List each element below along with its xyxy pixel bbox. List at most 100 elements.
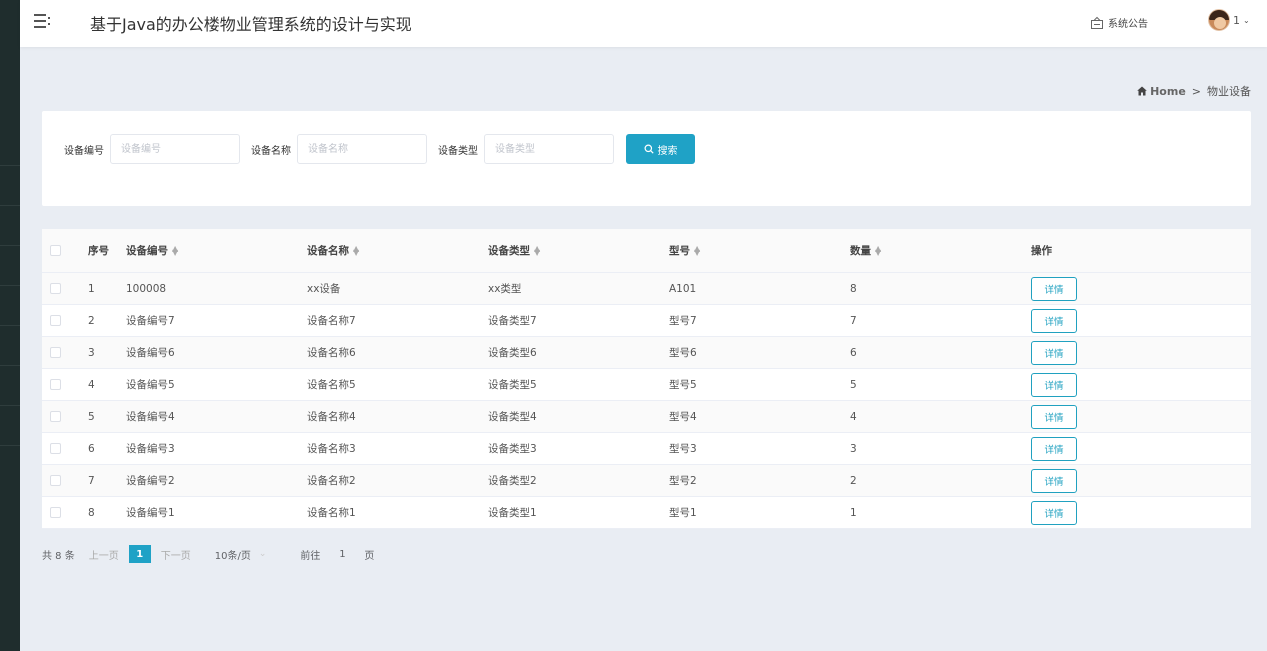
row-checkbox[interactable] <box>50 315 61 326</box>
device-name-cell: 设备名称4 <box>307 411 356 423</box>
column-header-quantity[interactable]: 数量 ▲ ▼ <box>850 229 881 272</box>
device-type-cell: 设备类型7 <box>488 315 537 327</box>
quantity-cell: 6 <box>850 346 857 359</box>
page-jump-input[interactable]: 1 <box>330 549 354 560</box>
sidebar-divider <box>0 405 20 406</box>
row-index: 5 <box>88 410 95 423</box>
column-header-idx: 序号 <box>88 245 109 257</box>
device-type-cell: 设备类型5 <box>488 379 537 391</box>
avatar <box>1208 9 1230 31</box>
prev-page-button[interactable]: 上一页 <box>89 547 119 562</box>
row-index: 1 <box>88 282 95 295</box>
row-checkbox[interactable] <box>50 443 61 454</box>
search-panel: 设备编号 设备名称 设备类型 搜索 <box>42 111 1251 206</box>
row-checkbox[interactable] <box>50 347 61 358</box>
row-checkbox[interactable] <box>50 283 61 294</box>
table-row: 6 设备编号3 设备名称3 设备类型3 型号3 3 详情 <box>42 433 1251 465</box>
row-checkbox[interactable] <box>50 507 61 518</box>
sort-icon[interactable]: ▲ ▼ <box>172 244 178 256</box>
pagination-total: 共 8 条 <box>42 550 75 562</box>
device-type-cell: xx类型 <box>488 283 522 295</box>
device-name-label: 设备名称 <box>251 145 291 157</box>
sort-icon[interactable]: ▲ ▼ <box>534 244 540 256</box>
sidebar-divider <box>0 325 20 326</box>
detail-button[interactable]: 详情 <box>1031 308 1077 333</box>
device-no-cell: 设备编号5 <box>126 379 175 391</box>
device-type-input[interactable] <box>484 134 614 164</box>
sidebar-divider <box>0 285 20 286</box>
row-checkbox[interactable] <box>50 379 61 390</box>
detail-button[interactable]: 详情 <box>1031 404 1077 429</box>
breadcrumb-home-label: Home <box>1150 84 1186 98</box>
row-checkbox[interactable] <box>50 411 61 422</box>
device-no-input[interactable] <box>110 134 240 164</box>
device-no-cell: 设备编号1 <box>126 507 175 519</box>
sidebar-divider <box>0 165 20 166</box>
sidebar-divider <box>0 205 20 206</box>
device-no-cell: 设备编号4 <box>126 411 175 423</box>
search-button[interactable]: 搜索 <box>626 134 695 164</box>
select-all-checkbox[interactable] <box>50 245 61 256</box>
device-type-cell: 设备类型6 <box>488 347 537 359</box>
next-page-button[interactable]: 下一页 <box>161 547 191 562</box>
device-name-cell: 设备名称2 <box>307 475 356 487</box>
quantity-cell: 2 <box>850 474 857 487</box>
detail-button[interactable]: 详情 <box>1031 468 1077 493</box>
notice-icon <box>1091 16 1103 29</box>
detail-button[interactable]: 详情 <box>1031 500 1077 525</box>
page-size-select[interactable]: 10条/页 ⌄ <box>215 547 267 562</box>
sidebar <box>0 0 20 651</box>
column-header-device-type[interactable]: 设备类型 ▲ ▼ <box>488 229 540 272</box>
home-icon <box>1137 86 1147 96</box>
breadcrumb: Home > 物业设备 <box>1137 83 1251 99</box>
device-type-cell: 设备类型2 <box>488 475 537 487</box>
page-size-value: 10条/页 <box>214 550 251 562</box>
device-no-label: 设备编号 <box>64 145 104 157</box>
device-name-input[interactable] <box>297 134 427 164</box>
detail-button[interactable]: 详情 <box>1031 340 1077 365</box>
page-number-1[interactable]: 1 <box>128 545 151 563</box>
detail-button[interactable]: 详情 <box>1031 372 1077 397</box>
breadcrumb-separator: > <box>1191 84 1201 98</box>
column-label: 型号 <box>669 245 690 257</box>
system-notice-link[interactable]: 系统公告 <box>1090 15 1148 30</box>
page-jump-suffix: 页 <box>364 550 375 562</box>
row-index: 7 <box>88 474 95 487</box>
sort-icon[interactable]: ▲ ▼ <box>353 244 359 256</box>
device-no-filter: 设备编号 <box>64 134 240 164</box>
device-name-filter: 设备名称 <box>251 134 427 164</box>
app-title: 基于Java的办公楼物业管理系统的设计与实现 <box>90 15 412 34</box>
device-no-cell: 设备编号3 <box>126 443 175 455</box>
device-type-cell: 设备类型1 <box>488 507 537 519</box>
user-menu[interactable]: 1 ⌄ <box>1208 9 1250 31</box>
column-label: 设备编号 <box>126 245 168 257</box>
search-button-label: 搜索 <box>657 145 678 157</box>
device-name-cell: xx设备 <box>307 283 341 295</box>
table-row: 5 设备编号4 设备名称4 设备类型4 型号4 4 详情 <box>42 401 1251 433</box>
row-index: 4 <box>88 378 95 391</box>
detail-button[interactable]: 详情 <box>1031 276 1077 301</box>
sort-icon[interactable]: ▲ ▼ <box>694 244 700 256</box>
row-index: 6 <box>88 442 95 455</box>
table-header: 序号 设备编号 ▲ ▼ 设备名称 ▲ ▼ 设备类型 ▲ ▼ 型号 ▲ ▼ 数量 ▲ ▼ 操作 <box>42 229 1251 273</box>
table-row: 3 设备编号6 设备名称6 设备类型6 型号6 6 详情 <box>42 337 1251 369</box>
model-cell: 型号6 <box>669 347 697 359</box>
column-header-model[interactable]: 型号 ▲ ▼ <box>669 229 700 272</box>
column-header-device-no[interactable]: 设备编号 ▲ ▼ <box>126 229 178 272</box>
device-name-cell: 设备名称7 <box>307 315 356 327</box>
device-type-cell: 设备类型4 <box>488 411 537 423</box>
quantity-cell: 3 <box>850 442 857 455</box>
sidebar-divider <box>0 365 20 366</box>
table-row: 8 设备编号1 设备名称1 设备类型1 型号1 1 详情 <box>42 497 1251 529</box>
menu-icon[interactable] <box>34 13 50 29</box>
device-type-label: 设备类型 <box>438 145 478 157</box>
column-header-device-name[interactable]: 设备名称 ▲ ▼ <box>307 229 359 272</box>
device-name-cell: 设备名称1 <box>307 507 356 519</box>
detail-button[interactable]: 详情 <box>1031 436 1077 461</box>
quantity-cell: 7 <box>850 314 857 327</box>
breadcrumb-home[interactable]: Home <box>1137 85 1186 98</box>
top-header: 基于Java的办公楼物业管理系统的设计与实现 系统公告 1 ⌄ <box>20 0 1267 47</box>
device-table: 序号 设备编号 ▲ ▼ 设备名称 ▲ ▼ 设备类型 ▲ ▼ 型号 ▲ ▼ 数量 ▲ ▼ 操作 1 10… <box>42 229 1251 529</box>
sort-icon[interactable]: ▲ ▼ <box>875 244 881 256</box>
row-checkbox[interactable] <box>50 475 61 486</box>
